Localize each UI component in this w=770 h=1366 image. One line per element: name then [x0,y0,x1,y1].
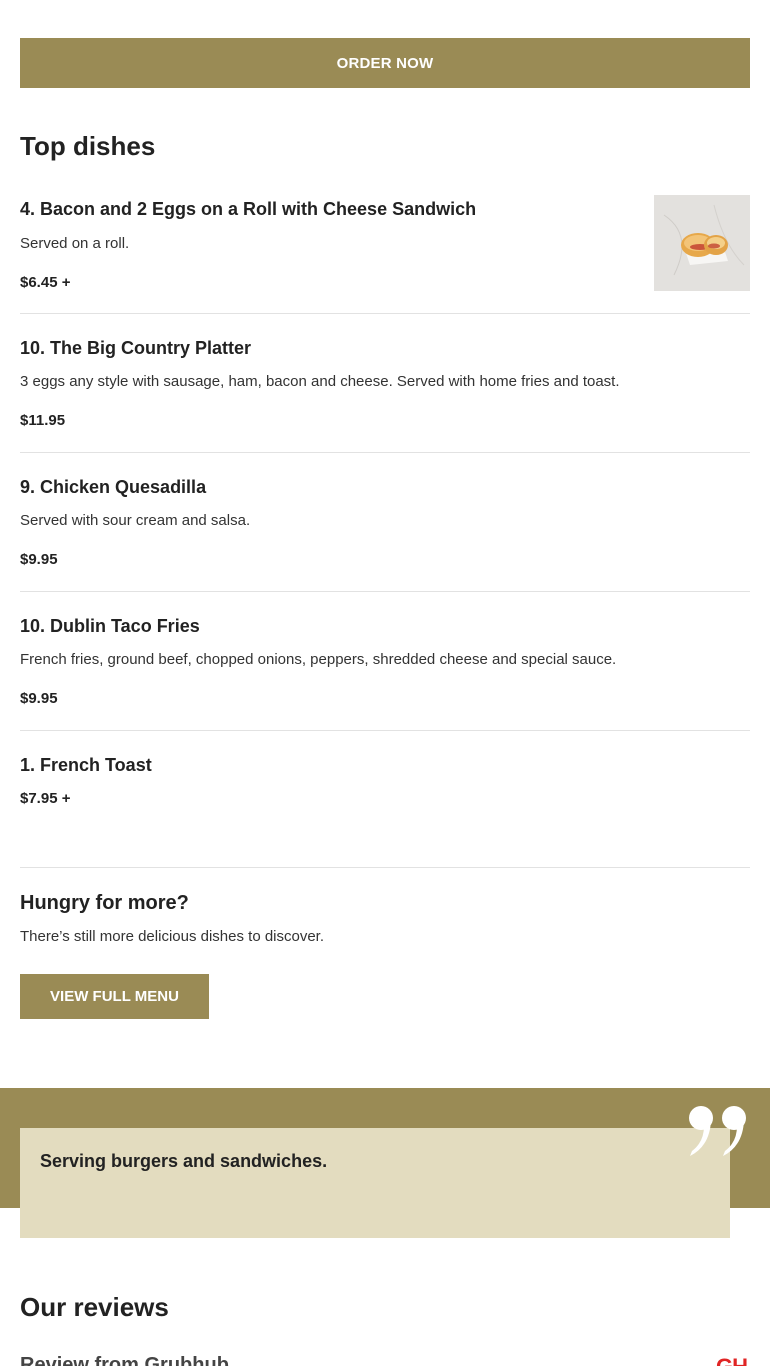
dish-photo[interactable] [654,195,750,291]
dish-name: 1. French Toast [20,755,152,775]
sandwich-image [654,195,750,291]
quote-mark-icon [689,1106,746,1156]
dish-price: $6.45 + [20,274,71,291]
dish-item[interactable]: 10. The Big Country Platter 3 eggs any s… [20,314,750,453]
dish-description: French fries, ground beef, chopped onion… [20,651,617,668]
view-full-menu-button[interactable]: VIEW FULL MENU [20,974,209,1019]
dish-item[interactable]: 9. Chicken Quesadilla Served with sour c… [20,453,750,592]
dish-description: 3 eggs any style with sausage, ham, baco… [20,373,620,390]
dish-price: $11.95 [20,412,66,429]
dish-name: 10. The Big Country Platter [20,338,252,358]
dish-price: $9.95 [20,551,58,568]
quote-box: Serving burgers and sandwiches. [20,1128,730,1238]
hungry-title: Hungry for more? [20,892,189,914]
dish-price: $9.95 [20,690,58,707]
hungry-subtitle: There’s still more delicious dishes to d… [20,928,325,945]
grubhub-logo: GH [716,1354,748,1366]
dish-description: Served on a roll. [20,235,130,252]
top-dishes-title: Top dishes [20,131,156,161]
dish-description: Served with sour cream and salsa. [20,512,251,529]
dish-item[interactable]: 1. French Toast $7.95 + [20,731,750,868]
dish-name: 10. Dublin Taco Fries [20,616,200,636]
review-author: Review from Grubhub [20,1354,229,1366]
quote-text: Serving burgers and sandwiches. [40,1151,328,1171]
order-now-button[interactable]: ORDER NOW [20,38,750,88]
dish-price: $7.95 + [20,790,71,807]
dish-item[interactable]: 10. Dublin Taco Fries French fries, grou… [20,592,750,731]
dish-name: 9. Chicken Quesadilla [20,477,207,497]
dish-name: 4. Bacon and 2 Eggs on a Roll with Chees… [20,199,477,219]
reviews-title: Our reviews [20,1292,169,1322]
dish-item[interactable]: 4. Bacon and 2 Eggs on a Roll with Chees… [20,195,750,314]
